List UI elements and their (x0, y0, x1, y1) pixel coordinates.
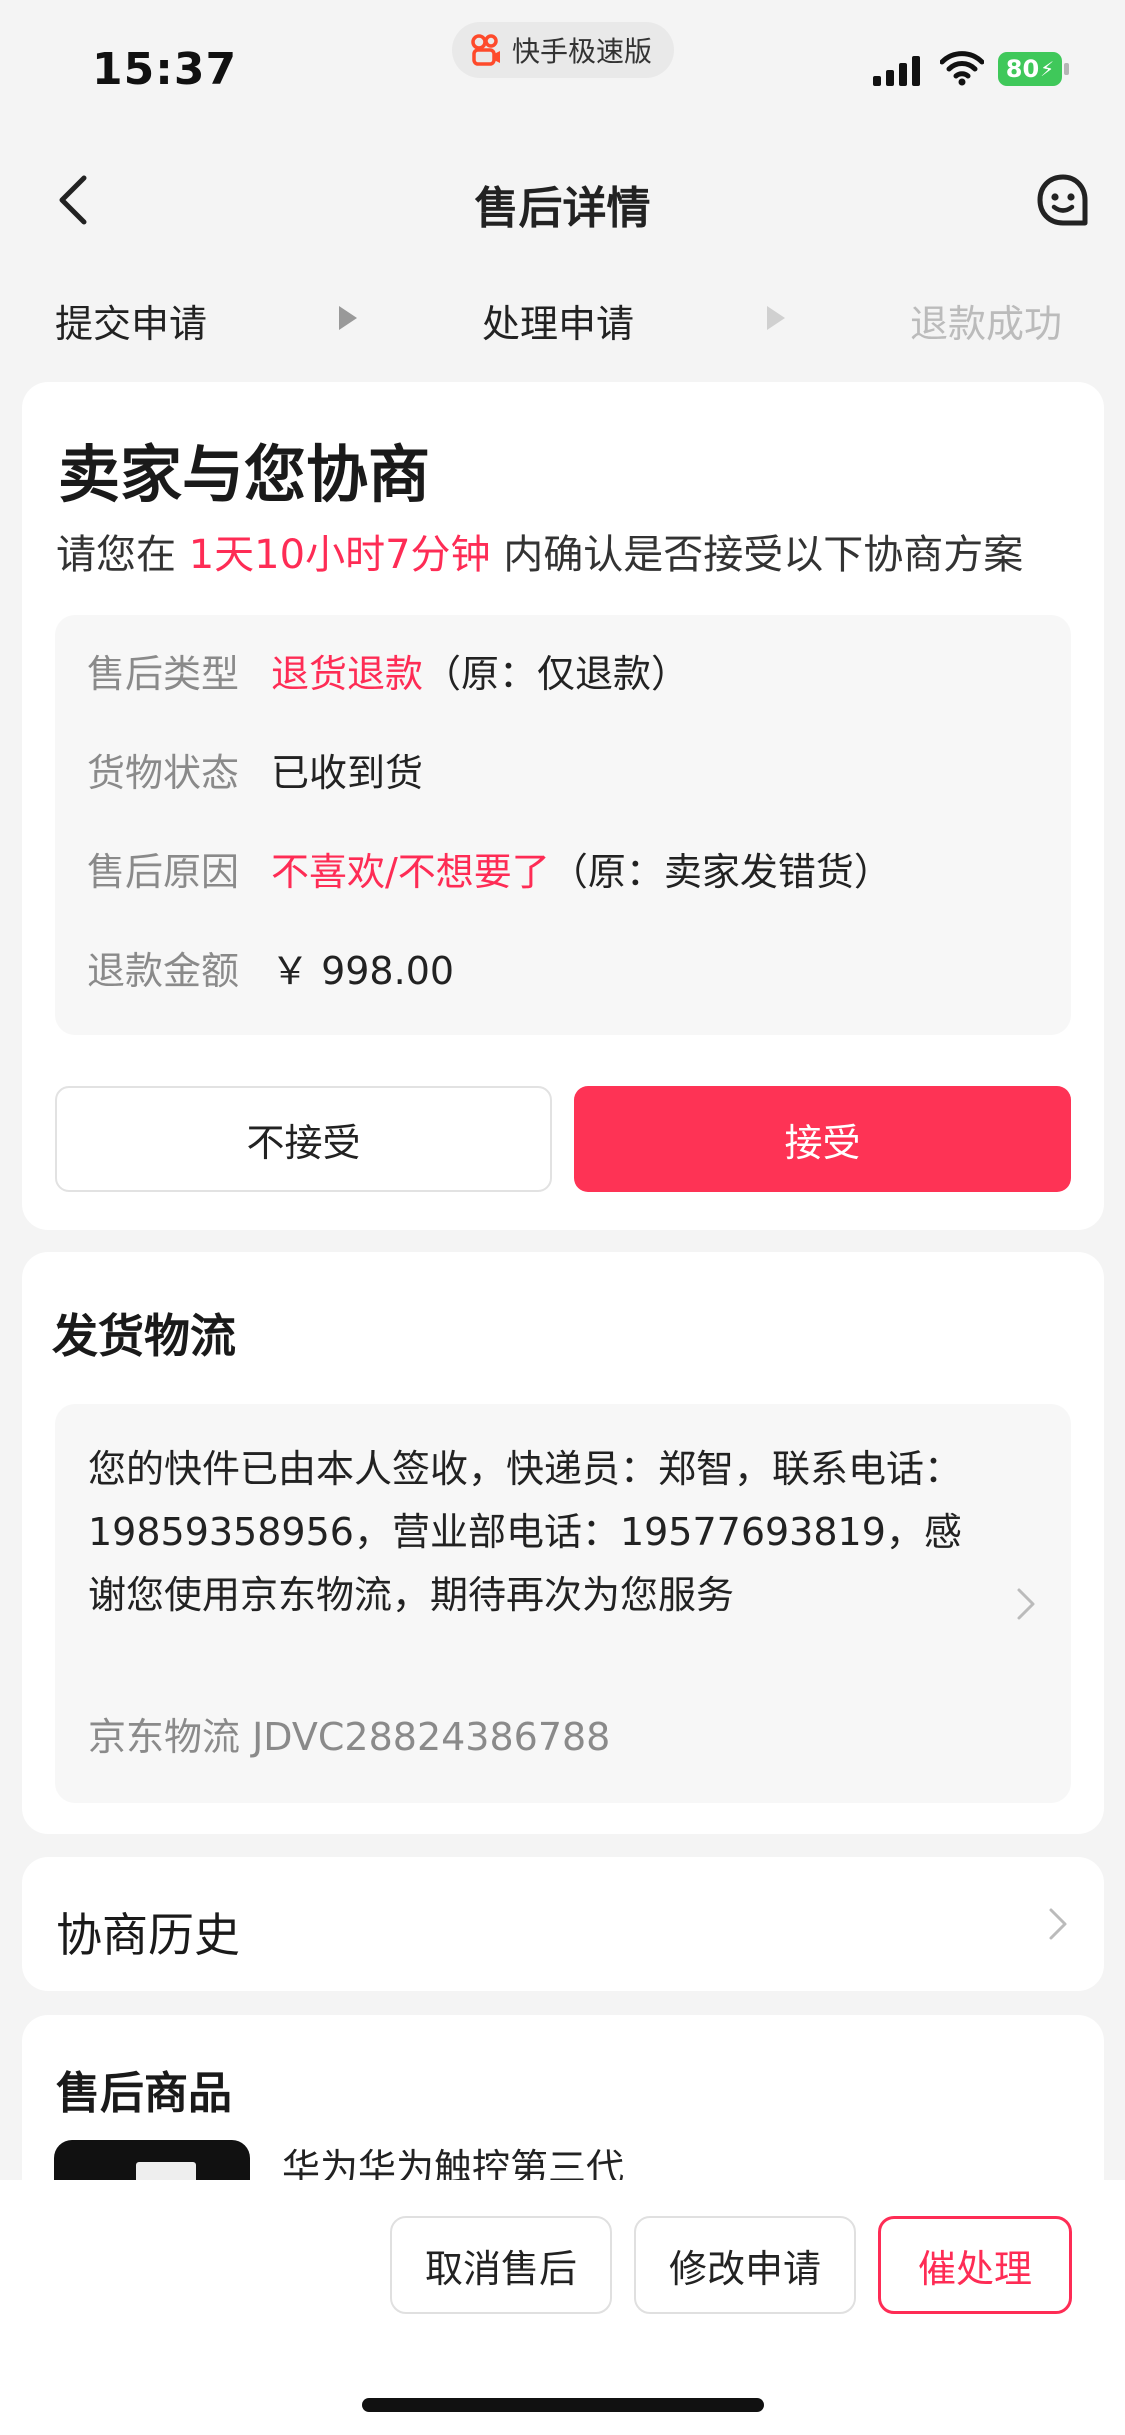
accept-button[interactable]: 接受 (574, 1086, 1071, 1192)
app-name: 快手极速版 (512, 35, 653, 68)
detail-key: 售后类型 (87, 652, 240, 696)
home-indicator[interactable] (362, 2398, 764, 2412)
wifi-icon (940, 51, 984, 86)
detail-original: （原：仅退款） (423, 652, 690, 696)
detail-value: 已收到货 (271, 751, 424, 795)
bottom-action-bar: 取消售后 修改申请 催处理 (0, 2180, 1125, 2435)
logistics-detail-link[interactable]: 您的快件已由本人签收，快递员：郑智，联系电话：19859358956，营业部电话… (55, 1404, 1071, 1803)
detail-key: 退款金额 (87, 949, 240, 993)
progress-steps: 提交申请 处理申请 退款成功 (0, 285, 1125, 355)
step-refund-success: 退款成功 (910, 302, 1063, 346)
detail-key: 售后原因 (87, 850, 240, 894)
modify-request-button[interactable]: 修改申请 (634, 2216, 856, 2314)
detail-value: ￥ 998.00 (271, 949, 455, 993)
reject-button[interactable]: 不接受 (55, 1086, 552, 1192)
cancel-aftersale-button[interactable]: 取消售后 (390, 2216, 612, 2314)
negotiation-details: 售后类型 退货退款 （原：仅退款） 货物状态 已收到货 售后原因 不喜欢/不想要… (55, 615, 1071, 1035)
negotiation-deadline-text: 请您在 1天10小时7分钟 内确认是否接受以下协商方案 (56, 522, 1023, 580)
detail-row-status: 货物状态 已收到货 (87, 742, 423, 797)
negotiation-history-row[interactable]: 协商历史 (22, 1857, 1104, 1991)
deadline-prefix: 请您在 (56, 532, 176, 578)
negotiation-card: 卖家与您协商 请您在 1天10小时7分钟 内确认是否接受以下协商方案 售后类型 … (22, 382, 1104, 1230)
logistics-card: 发货物流 您的快件已由本人签收，快递员：郑智，联系电话：19859358956，… (22, 1252, 1104, 1834)
status-bar: 15:37 快手极速版 80 ⚡ (0, 0, 1125, 140)
chevron-right-icon (1049, 1908, 1067, 1940)
logistics-message: 您的快件已由本人签收，快递员：郑智，联系电话：19859358956，营业部电话… (88, 1447, 963, 1617)
detail-original: （原：卖家发错货） (549, 850, 892, 894)
battery-level: 80 (1005, 55, 1040, 83)
logistics-title: 发货物流 (52, 1309, 236, 1363)
step-arrow-icon (767, 306, 785, 330)
signal-icon (873, 56, 920, 86)
step-processing: 处理申请 (482, 302, 635, 346)
detail-row-reason: 售后原因 不喜欢/不想要了 （原：卖家发错货） (87, 841, 892, 896)
deadline-countdown: 1天10小时7分钟 (188, 532, 491, 578)
customer-service-icon[interactable] (1035, 172, 1091, 228)
detail-key: 货物状态 (87, 751, 240, 795)
detail-row-amount: 退款金额 ￥ 998.00 (87, 940, 454, 995)
chevron-right-icon (1017, 1588, 1035, 1620)
battery-charging-icon: 80 ⚡ (998, 52, 1069, 86)
page: 15:37 快手极速版 80 ⚡ 售后详情 提交申请 处理申请 退款成功 卖家与… (0, 0, 1125, 2435)
detail-value: 退货退款 (271, 652, 424, 696)
step-submit: 提交申请 (55, 302, 208, 346)
status-time: 15:37 (92, 44, 238, 95)
kuaishou-logo-icon (471, 34, 500, 66)
goods-title: 售后商品 (56, 2068, 232, 2119)
detail-value: 不喜欢/不想要了 (271, 850, 550, 894)
negotiation-title: 卖家与您协商 (58, 438, 431, 511)
logistics-tracking: 京东物流 JDVC28824386788 (88, 1715, 611, 1759)
step-arrow-icon (339, 306, 357, 330)
detail-row-type: 售后类型 退货退款 （原：仅退款） (87, 643, 689, 698)
app-indicator-pill[interactable]: 快手极速版 (452, 22, 675, 78)
history-label: 协商历史 (56, 1908, 240, 1962)
urge-processing-button[interactable]: 催处理 (878, 2216, 1072, 2314)
deadline-suffix: 内确认是否接受以下协商方案 (503, 532, 1024, 578)
nav-bar: 售后详情 (0, 150, 1125, 250)
page-title: 售后详情 (474, 183, 651, 234)
